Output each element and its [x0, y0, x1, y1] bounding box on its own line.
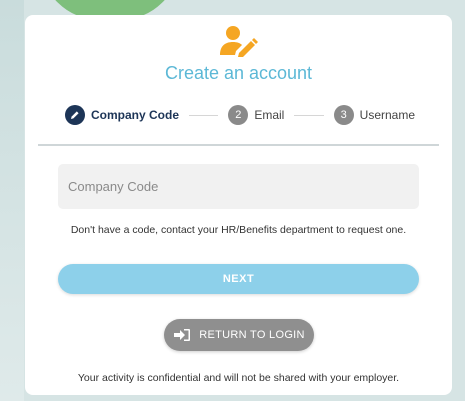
page-title: Create an account	[164, 63, 313, 83]
step-label: Company Code	[91, 108, 180, 122]
next-button[interactable]: NEXT	[58, 264, 419, 294]
step-connector	[189, 114, 219, 116]
step-company-code: Company Code	[65, 105, 179, 125]
helper-text: Don't have a code, contact your HR/Benef…	[70, 224, 407, 236]
step-label: Username	[359, 108, 416, 122]
return-to-login-button[interactable]: RETURN TO LOGIN	[164, 319, 314, 351]
signup-stepper: Company Code 2 Email 3 Username	[65, 105, 415, 125]
background-panel	[0, 0, 24, 401]
step-number: 2	[228, 105, 249, 125]
step-label: Email	[254, 108, 285, 122]
confidentiality-note: Your activity is confidential and will n…	[77, 372, 400, 384]
return-to-login-label: RETURN TO LOGIN	[199, 329, 305, 341]
step-username: 3 Username	[333, 105, 416, 125]
signup-card: Create an account Company Code 2 Email 3…	[25, 15, 452, 395]
step-connector	[294, 114, 324, 116]
step-email: 2 Email	[228, 105, 284, 125]
sign-in-icon	[174, 329, 191, 341]
company-code-input[interactable]	[58, 164, 419, 209]
divider	[38, 144, 439, 146]
step-number: 3	[333, 105, 354, 125]
user-edit-icon	[220, 26, 258, 57]
pencil-icon	[65, 105, 85, 125]
